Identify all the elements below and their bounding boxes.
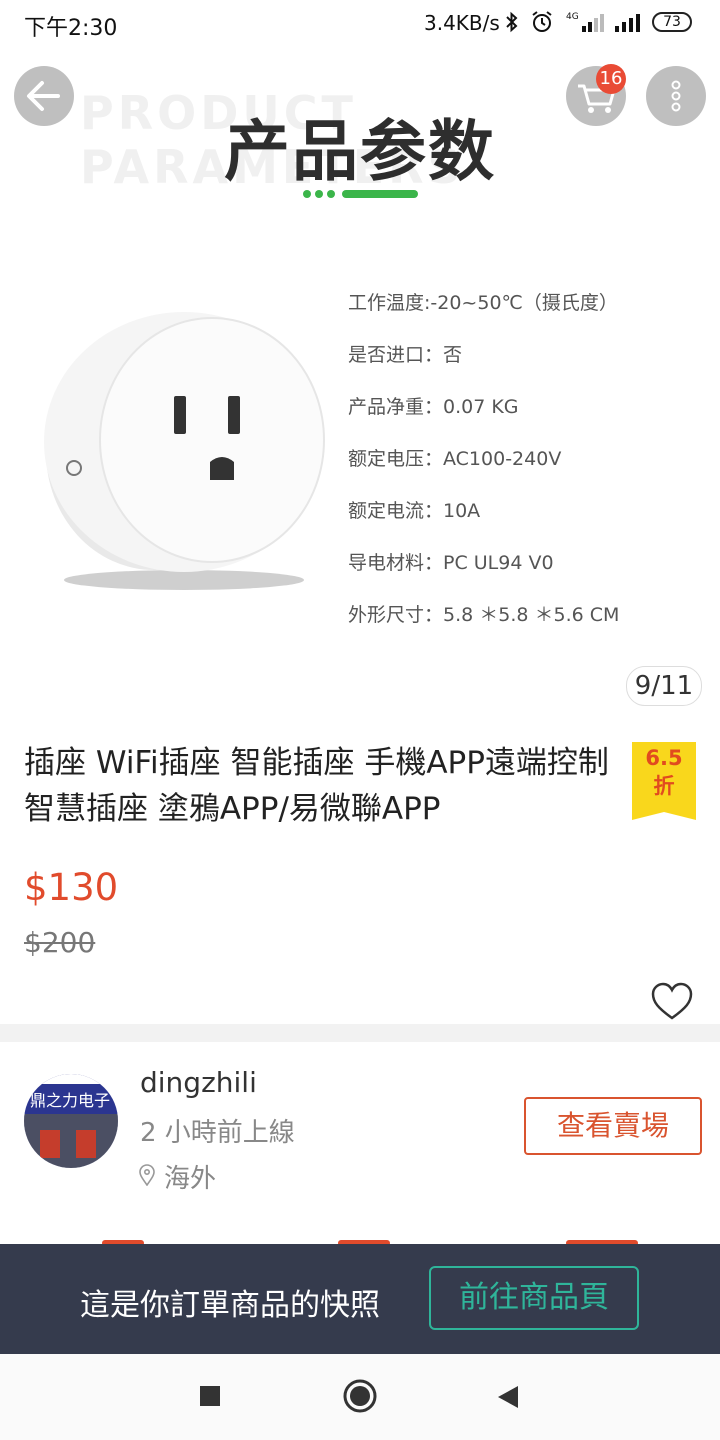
badge-ribbon-tail [632,812,696,820]
seller-location: 海外 [164,1164,217,1194]
discount-unit: 折 [653,774,675,798]
network-speed: 3.4KB/s [424,11,500,35]
spec-row: 额定电流：10A [348,500,481,522]
spec-row: 外形尺寸：5.8 ＊5.8 ＊5.6 CM [348,604,620,626]
back-button[interactable] [14,66,74,126]
back-nav-icon[interactable] [496,1384,520,1410]
spec-row: 产品净重：0.07 KG [348,396,519,418]
alarm-icon [532,11,552,32]
discount-badge: 6.5 折 [632,742,696,812]
image-page-counter: 9/11 [626,666,702,706]
product-title: 插座 WiFi插座 智能插座 手機APP遠端控制 智慧插座 塗鴉APP/易微聯A… [24,745,609,827]
signal-4g-icon: 4G [566,12,604,32]
snapshot-banner: 這是你訂單商品的快照 前往商品頁 [0,1244,720,1354]
system-nav-bar [0,1354,720,1440]
more-options-button[interactable] [646,66,706,126]
svg-text:4G: 4G [566,12,579,22]
seller-last-online: 2 小時前上線 [140,1118,295,1148]
snapshot-text: 這是你訂單商品的快照 [80,1288,380,1323]
go-to-product-button[interactable]: 前往商品頁 [429,1266,639,1330]
original-price: $200 [24,926,96,959]
section-divider [0,1024,720,1042]
recents-icon[interactable] [198,1384,222,1408]
battery-icon: 73 [652,12,692,32]
spec-row: 导电材料：PC UL94 V0 [348,552,554,574]
seller-stats-peek [0,1228,720,1244]
spec-row: 是否进口：否 [348,344,463,366]
status-bar: 下午2:30 3.4KB/s 4G 73 [0,0,720,46]
green-dots-decoration [303,190,418,198]
view-store-button[interactable]: 查看賣場 [524,1097,702,1155]
cart-count-badge: 16 [596,64,626,94]
avatar-text: 鼎之力电子 [30,1091,110,1110]
store-photo: 鼎之力电子 [24,1074,118,1168]
seller-name[interactable]: dingzhili [140,1066,257,1099]
spec-row: 工作温度:-20~50℃（摄氏度） [348,292,618,314]
location-pin-icon [139,1164,155,1186]
discount-value: 6.5 [645,746,683,770]
bluetooth-icon [506,11,518,33]
smart-plug-image [44,312,325,590]
seller-avatar[interactable]: 鼎之力电子 [24,1074,118,1168]
more-vertical-icon [671,80,681,112]
signal-icon [615,14,640,32]
status-time: 下午2:30 [24,16,118,41]
arrow-left-icon [27,81,60,111]
stats-peek-fragments [102,1240,638,1244]
heart-icon[interactable] [650,982,694,1022]
home-icon[interactable] [342,1378,378,1414]
current-price: $130 [24,866,119,909]
spec-row: 额定电压：AC100-240V [348,448,562,470]
product-image-carousel[interactable]: PRODUCT PARAMETERS 产品参数 工作温度:-20~50℃（摄氏度… [0,46,720,714]
